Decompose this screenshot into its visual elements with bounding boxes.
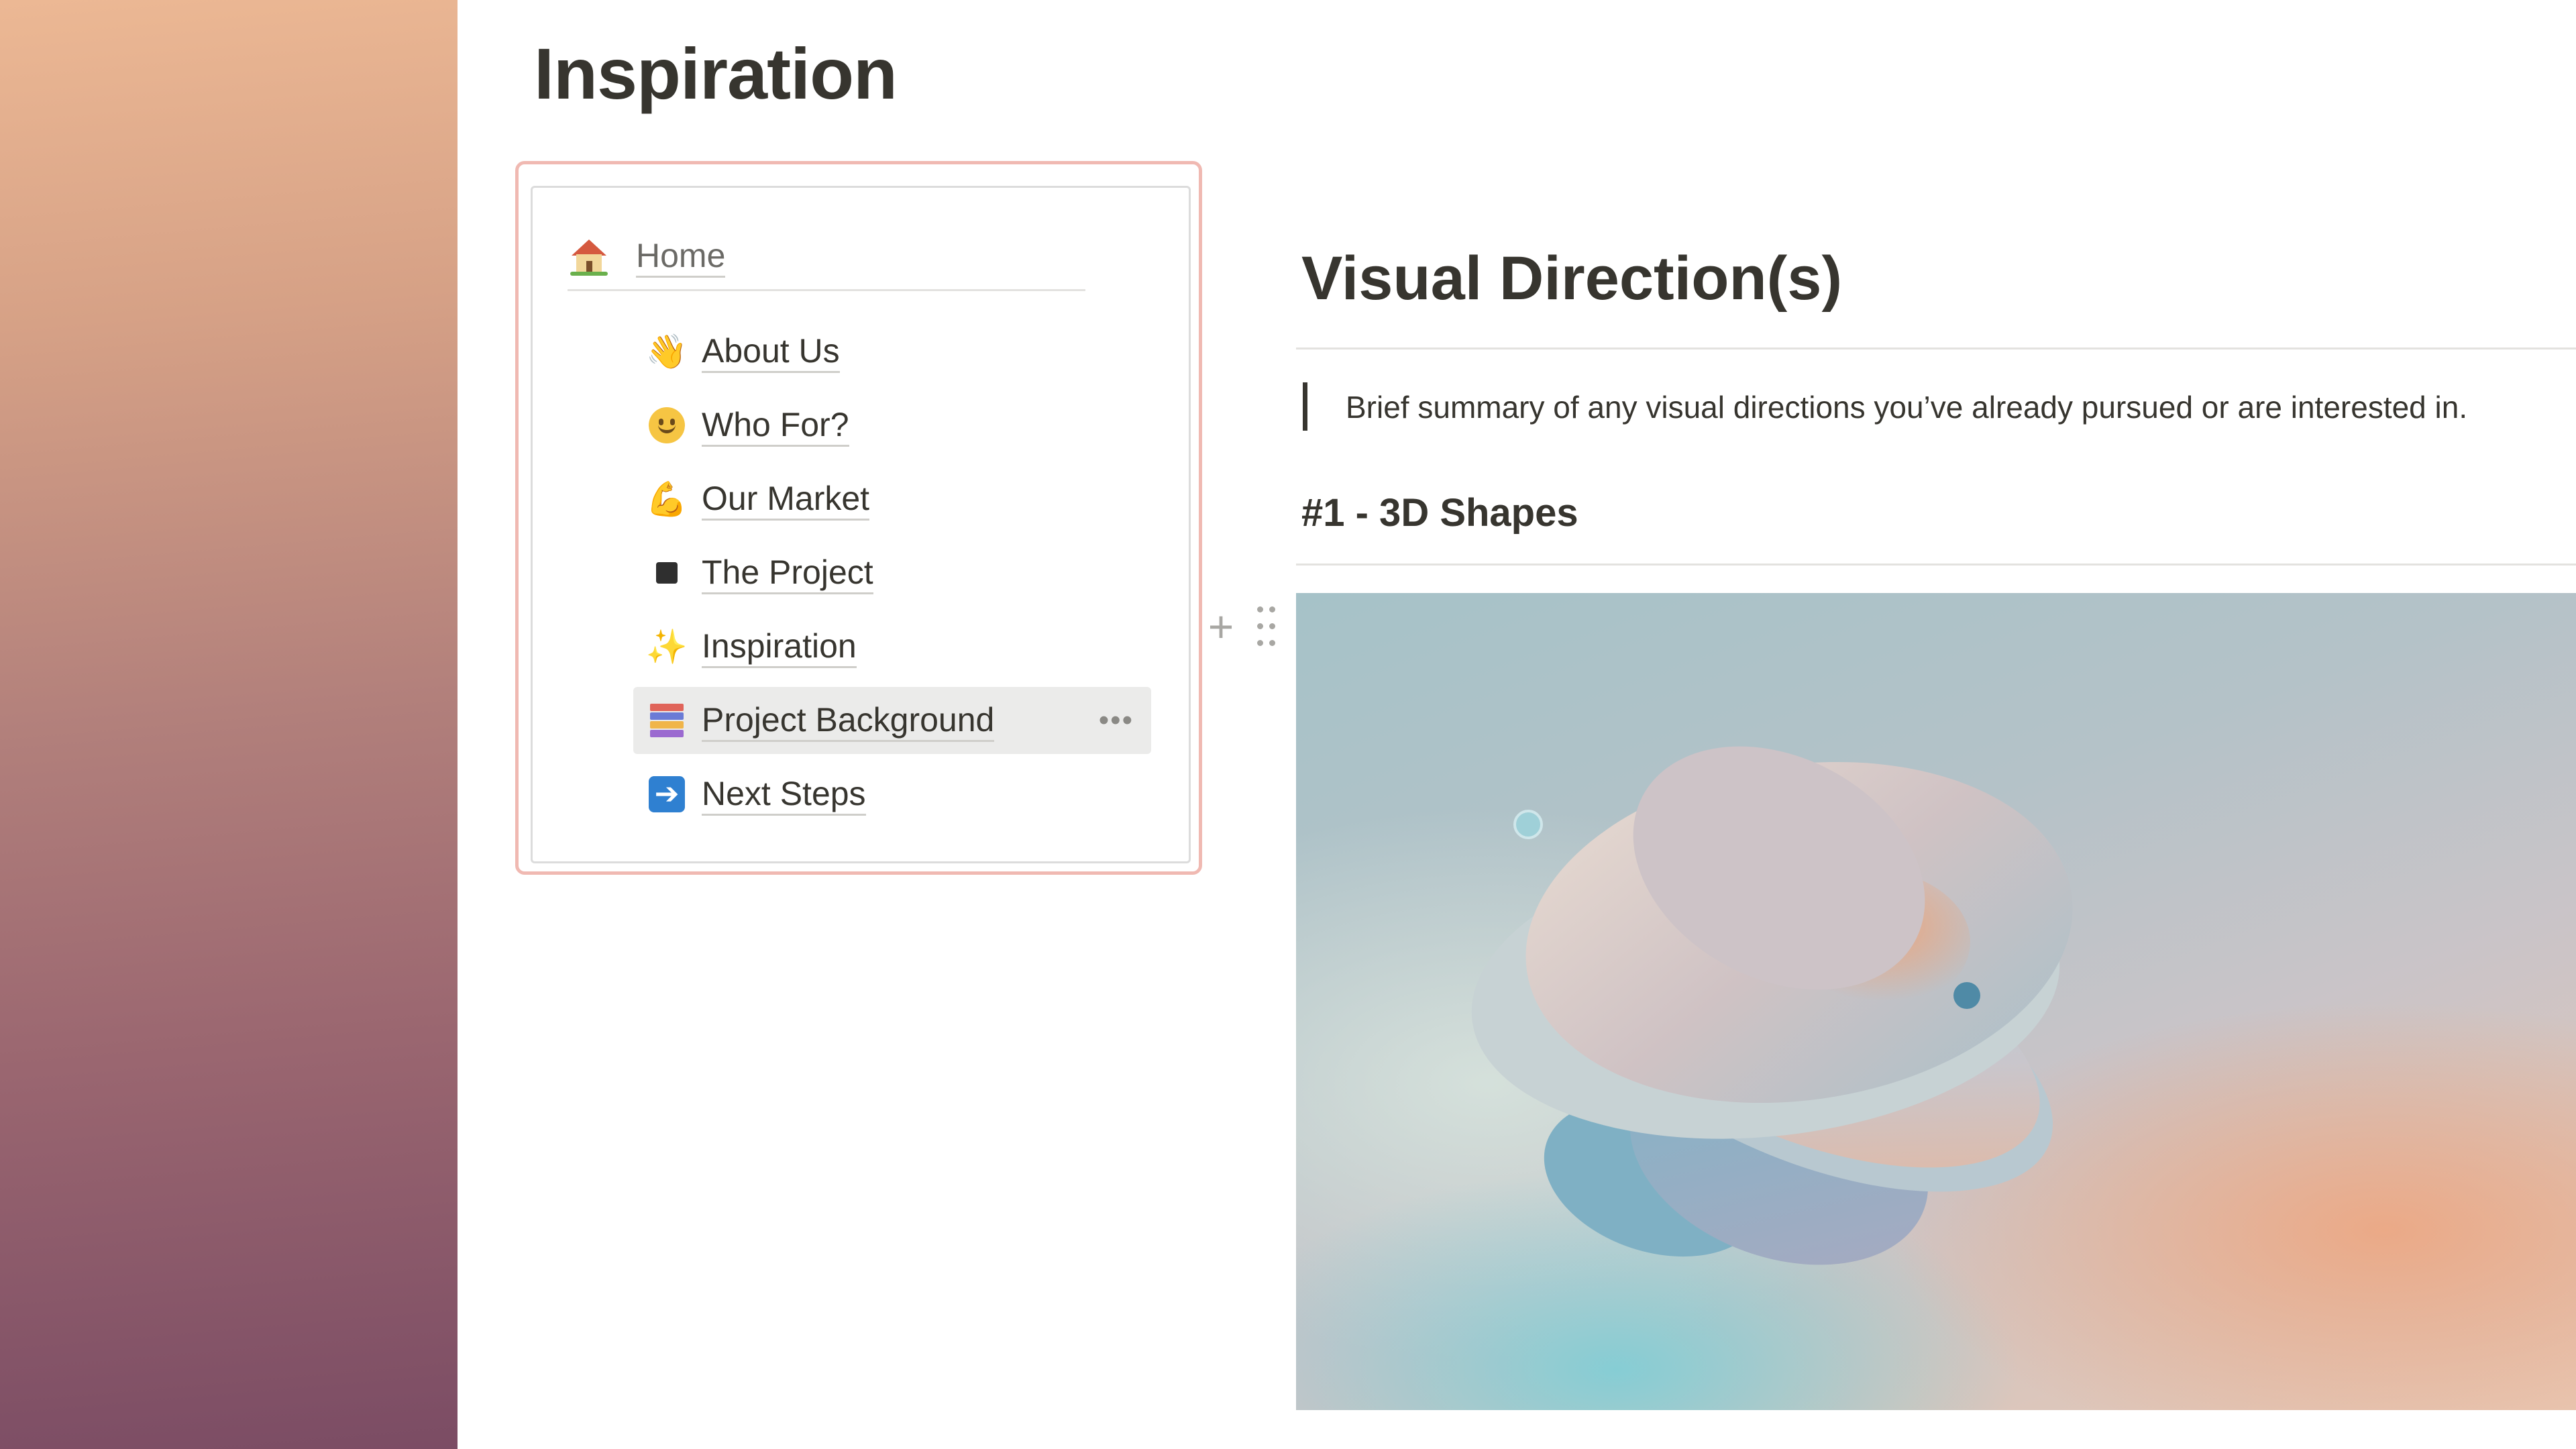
toc-item-label: Our Market: [702, 478, 870, 521]
cover-gradient-strip: [0, 0, 458, 1449]
table-of-contents: Home 👋 About Us Who For? 💪 Our Market Th…: [531, 186, 1191, 863]
3d-shapes-illustration: [1471, 746, 2073, 1265]
toc-item-project-background[interactable]: Project Background •••: [633, 687, 1151, 754]
toc-item-the-project[interactable]: The Project: [633, 539, 1151, 606]
toc-item-label: About Us: [702, 331, 840, 373]
toc-item-next-steps[interactable]: ➔ Next Steps: [633, 761, 1151, 828]
right-arrow-icon: ➔: [645, 773, 688, 816]
sparkles-icon: ✨: [645, 628, 688, 665]
toc-item-our-market[interactable]: 💪 Our Market: [633, 466, 1151, 533]
table-of-contents-callout: Home 👋 About Us Who For? 💪 Our Market Th…: [515, 161, 1202, 875]
books-icon: [645, 699, 688, 742]
toc-item-label: Home: [636, 235, 726, 278]
page-title: Inspiration: [534, 33, 898, 114]
toc-item-label: Inspiration: [702, 626, 857, 668]
flexed-biceps-icon: 💪: [645, 480, 688, 518]
divider: [1296, 347, 2576, 350]
smiley-face-icon: [645, 404, 688, 447]
toc-item-label: Project Background: [702, 700, 995, 742]
more-options-icon[interactable]: •••: [1099, 706, 1134, 735]
add-block-icon[interactable]: +: [1203, 602, 1238, 651]
toc-item-who-for[interactable]: Who For?: [633, 392, 1151, 459]
toc-item-home[interactable]: Home: [568, 224, 1085, 291]
quote-bar: [1303, 382, 1307, 431]
toc-item-label: The Project: [702, 552, 873, 594]
toc-item-label: Who For?: [702, 405, 849, 447]
section-heading: Visual Direction(s): [1301, 244, 1843, 313]
subsection-heading: #1 - 3D Shapes: [1301, 491, 1578, 535]
quote-text: Brief summary of any visual directions y…: [1346, 390, 2468, 425]
black-square-icon: [645, 551, 688, 594]
drag-handle-icon[interactable]: [1256, 605, 1277, 649]
toc-item-about-us[interactable]: 👋 About Us: [633, 318, 1151, 385]
house-icon: [568, 235, 610, 278]
waving-hand-icon: 👋: [645, 333, 688, 370]
divider: [1296, 564, 2576, 566]
3d-shapes-image[interactable]: [1296, 593, 2576, 1410]
toc-item-inspiration[interactable]: ✨ Inspiration: [633, 613, 1151, 680]
toc-item-label: Next Steps: [702, 773, 866, 816]
